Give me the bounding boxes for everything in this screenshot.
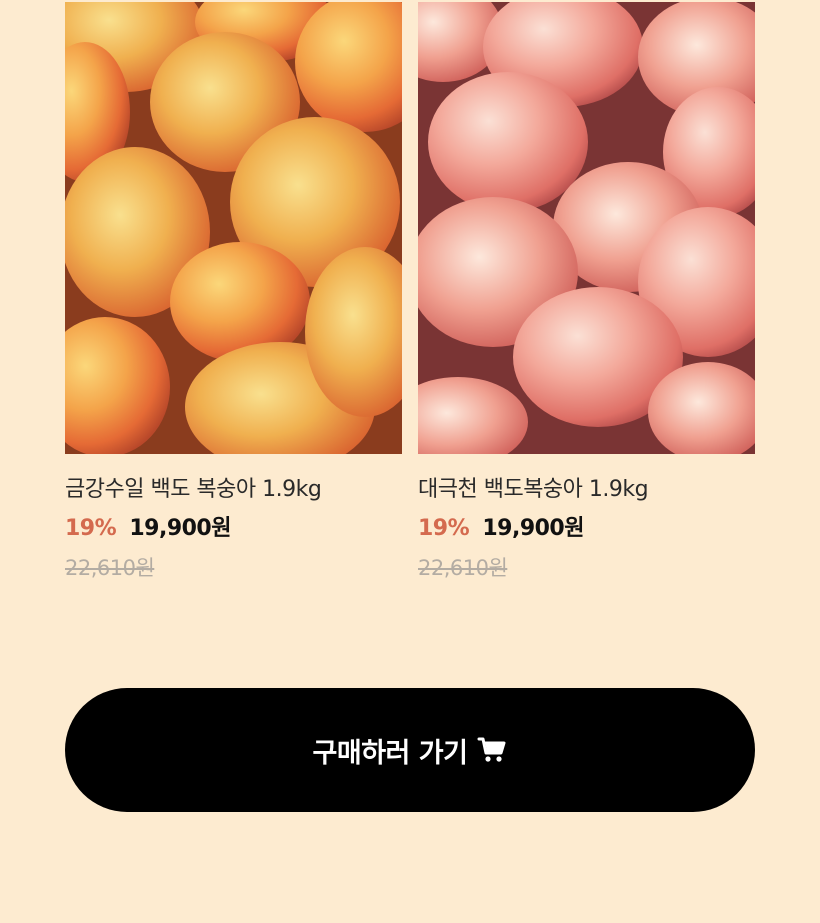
cart-icon xyxy=(477,736,507,764)
peach-photo-icon xyxy=(65,2,402,454)
discount-rate: 19% xyxy=(418,516,470,541)
original-price: 22,610원 xyxy=(418,556,508,580)
product-image-white-peaches[interactable] xyxy=(418,2,755,454)
buy-now-button[interactable]: 구매하러 가기 xyxy=(65,688,755,812)
product-list: 금강수일 백도 복숭아 1.9kg 19% 19,900원 22,610원 대극… xyxy=(65,2,755,583)
peach-photo-icon xyxy=(418,2,755,454)
product-card[interactable]: 금강수일 백도 복숭아 1.9kg 19% 19,900원 22,610원 xyxy=(65,2,402,583)
product-image-yellow-peaches[interactable] xyxy=(65,2,402,454)
product-name[interactable]: 금강수일 백도 복숭아 1.9kg xyxy=(65,475,402,505)
buy-button-label: 구매하러 가기 xyxy=(312,737,468,769)
price-row: 19% 19,900원 xyxy=(65,514,402,544)
original-price: 22,610원 xyxy=(65,556,155,580)
sale-price: 19,900원 xyxy=(482,516,584,541)
sale-price: 19,900원 xyxy=(129,516,231,541)
discount-rate: 19% xyxy=(65,516,117,541)
price-row: 19% 19,900원 xyxy=(418,514,755,544)
product-name[interactable]: 대극천 백도복숭아 1.9kg xyxy=(418,475,755,505)
product-card[interactable]: 대극천 백도복숭아 1.9kg 19% 19,900원 22,610원 xyxy=(418,2,755,583)
